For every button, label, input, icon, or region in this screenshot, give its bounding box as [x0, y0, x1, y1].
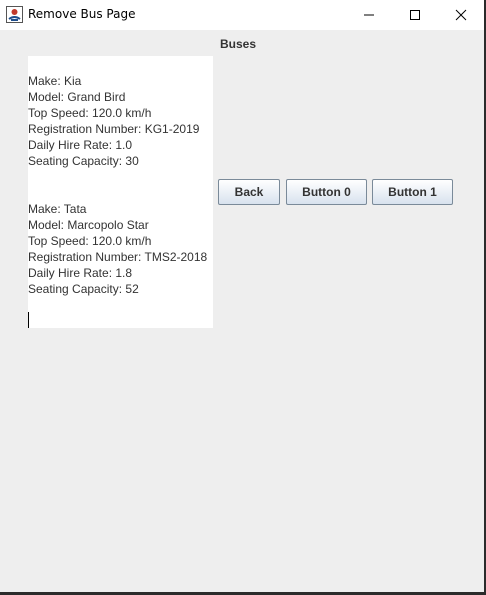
- maximize-icon: [409, 6, 421, 25]
- content-pane: Buses Make: Kia Model: Grand Bird Top Sp…: [0, 30, 484, 592]
- bus-make: Make: Tata: [28, 202, 87, 216]
- bus-entry: Make: Kia Model: Grand Bird Top Speed: 1…: [28, 73, 199, 169]
- bus-make: Make: Kia: [28, 74, 82, 88]
- bus-list-textarea[interactable]: Make: Kia Model: Grand Bird Top Speed: 1…: [28, 56, 213, 328]
- text-caret: [28, 312, 29, 328]
- bus-hire-rate: Daily Hire Rate: 1.8: [28, 266, 133, 280]
- bus-top-speed: Top Speed: 120.0 km/h: [28, 106, 152, 120]
- button-1[interactable]: Button 1: [372, 179, 453, 205]
- java-app-icon: [6, 6, 23, 23]
- bus-model: Model: Grand Bird: [28, 90, 126, 104]
- button-0[interactable]: Button 0: [286, 179, 367, 205]
- bus-capacity: Seating Capacity: 30: [28, 154, 139, 168]
- title-bar[interactable]: Remove Bus Page: [0, 0, 484, 30]
- minimize-button[interactable]: [346, 0, 392, 30]
- back-button[interactable]: Back: [218, 179, 280, 205]
- app-window: Remove Bus Page Buses Make: Kia Model: G…: [0, 0, 486, 595]
- bus-top-speed: Top Speed: 120.0 km/h: [28, 234, 152, 248]
- bus-capacity: Seating Capacity: 52: [28, 282, 139, 296]
- maximize-button[interactable]: [392, 0, 438, 30]
- bus-registration: Registration Number: KG1-2019: [28, 122, 200, 136]
- window-title: Remove Bus Page: [28, 7, 136, 21]
- close-button[interactable]: [438, 0, 484, 30]
- bus-registration: Registration Number: TMS2-2018: [28, 250, 208, 264]
- bus-model: Model: Marcopolo Star: [28, 218, 149, 232]
- close-icon: [455, 6, 467, 25]
- page-heading: Buses: [219, 37, 257, 51]
- bus-hire-rate: Daily Hire Rate: 1.0: [28, 138, 133, 152]
- minimize-icon: [363, 6, 375, 25]
- bus-entry: Make: Tata Model: Marcopolo Star Top Spe…: [28, 201, 207, 297]
